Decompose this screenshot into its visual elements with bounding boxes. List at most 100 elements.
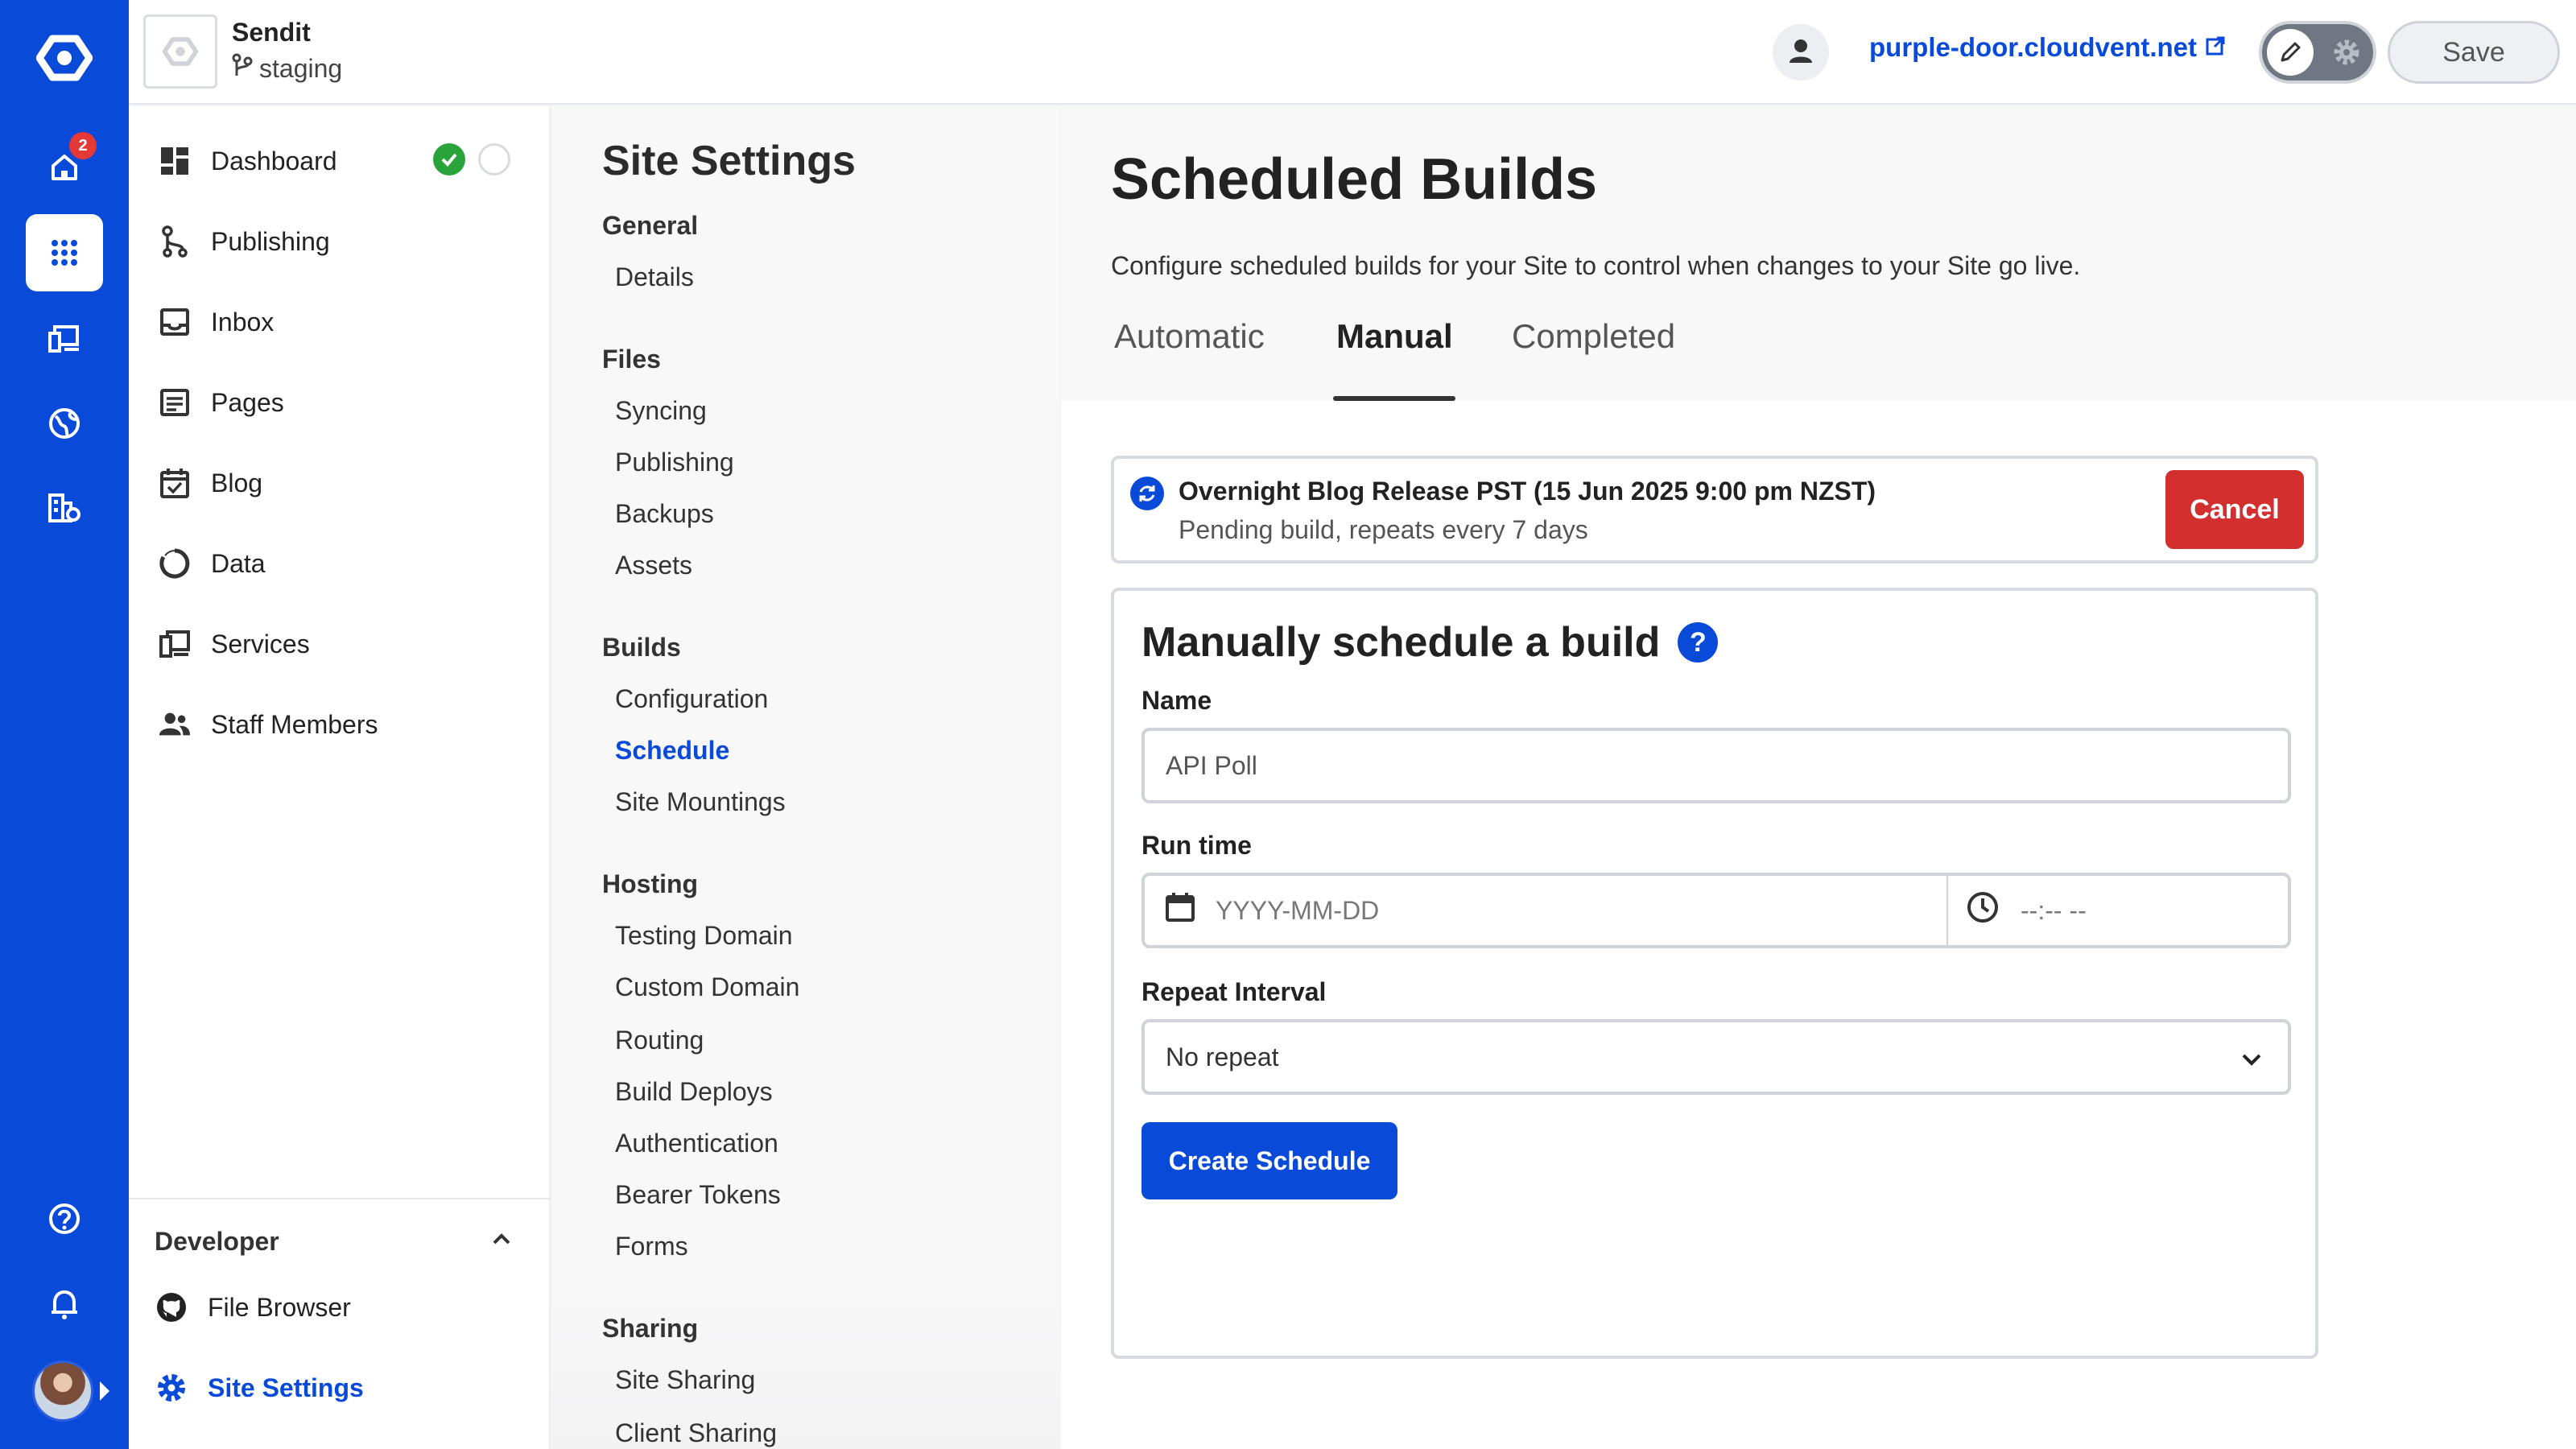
- pending-schedule-card: Overnight Blog Release PST (15 Jun 2025 …: [1111, 456, 2318, 564]
- nav-item-label: File Browser: [208, 1292, 351, 1322]
- nav-item-dashboard[interactable]: Dashboard: [158, 137, 337, 185]
- repeat-interval-value: No repeat: [1166, 1042, 1279, 1071]
- settings-link-site-mountings[interactable]: Site Mountings: [615, 787, 786, 817]
- run-time-label: Run time: [1141, 831, 1252, 860]
- avatar-caret-icon[interactable]: [100, 1381, 109, 1401]
- help-icon[interactable]: [26, 1180, 103, 1257]
- nav-item-services[interactable]: Services: [158, 620, 310, 668]
- branch-icon: [232, 53, 253, 84]
- tab-completed[interactable]: Completed: [1512, 317, 1675, 356]
- calendar-icon: [1164, 891, 1196, 930]
- nav-item-label: Pages: [211, 387, 284, 417]
- bell-icon[interactable]: [26, 1265, 103, 1343]
- settings-link-build-deploys[interactable]: Build Deploys: [615, 1077, 773, 1107]
- active-tab-indicator: [1333, 396, 1455, 401]
- nav-item-publishing[interactable]: Publishing: [158, 217, 330, 266]
- nav-item-data[interactable]: Data: [158, 539, 266, 588]
- site-url-text: purple-door.cloudvent.net: [1869, 32, 2198, 62]
- edit-mode-toggle[interactable]: [2259, 21, 2376, 84]
- chevron-down-icon: [2240, 1046, 2264, 1076]
- settings-link-schedule[interactable]: Schedule: [615, 736, 729, 766]
- settings-link-configuration[interactable]: Configuration: [615, 684, 768, 714]
- top-bar: Sendit staging purple-door.cloudvent.net…: [129, 0, 2576, 105]
- manual-schedule-form: Manually schedule a build ? Name API Pol…: [1111, 588, 2318, 1359]
- globe-icon[interactable]: [26, 385, 103, 462]
- settings-title: Site Settings: [602, 138, 856, 184]
- help-question-icon[interactable]: ?: [1678, 622, 1719, 663]
- settings-group-sharing: Sharing: [602, 1314, 699, 1343]
- inbox-icon: [158, 305, 192, 339]
- site-url-link[interactable]: purple-door.cloudvent.net: [1869, 32, 2226, 63]
- repeat-interval-select[interactable]: No repeat: [1141, 1019, 2291, 1095]
- cancel-schedule-button[interactable]: Cancel: [2165, 470, 2304, 549]
- settings-link-client-sharing[interactable]: Client Sharing: [615, 1418, 777, 1448]
- nav-item-label: Data: [211, 548, 266, 578]
- time-placeholder: --:-- --: [2021, 895, 2087, 925]
- settings-link-testing-domain[interactable]: Testing Domain: [615, 921, 793, 951]
- organization-settings-icon[interactable]: [26, 469, 103, 546]
- settings-link-publishing[interactable]: Publishing: [615, 448, 734, 477]
- name-label: Name: [1141, 686, 1212, 715]
- pencil-icon: [2267, 29, 2314, 76]
- settings-gear-icon: [2328, 34, 2365, 71]
- chevron-up-icon[interactable]: [489, 1227, 514, 1255]
- settings-link-custom-domain[interactable]: Custom Domain: [615, 972, 799, 1002]
- create-schedule-button[interactable]: Create Schedule: [1141, 1122, 1397, 1199]
- dashboard-icon: [158, 144, 192, 178]
- repeat-interval-label: Repeat Interval: [1141, 977, 1327, 1006]
- services-icon: [158, 627, 192, 661]
- time-input[interactable]: --:-- --: [1946, 873, 2291, 948]
- github-icon: [155, 1290, 188, 1324]
- site-navigation: Dashboard Publishing Inbox Pages Blog Da…: [129, 106, 551, 1449]
- blog-icon: [158, 466, 192, 500]
- devices-icon[interactable]: [26, 299, 103, 377]
- settings-link-details[interactable]: Details: [615, 262, 694, 292]
- tab-automatic[interactable]: Automatic: [1114, 317, 1265, 356]
- settings-link-site-sharing[interactable]: Site Sharing: [615, 1365, 755, 1395]
- person-icon: [1787, 37, 1814, 68]
- collaborators-button[interactable]: [1773, 24, 1829, 80]
- branch-label[interactable]: staging: [232, 53, 342, 84]
- people-icon: [158, 708, 192, 741]
- nav-item-blog[interactable]: Blog: [158, 459, 262, 507]
- nav-item-file-browser[interactable]: File Browser: [155, 1283, 351, 1331]
- nav-item-inbox[interactable]: Inbox: [158, 298, 274, 346]
- apps-grid-icon[interactable]: [26, 214, 103, 291]
- pending-schedule-title: Overnight Blog Release PST (15 Jun 2025 …: [1179, 477, 1876, 506]
- tab-manual[interactable]: Manual: [1336, 317, 1453, 356]
- data-icon: [158, 547, 192, 580]
- settings-link-bearer-tokens[interactable]: Bearer Tokens: [615, 1180, 781, 1210]
- pending-status-icon: [478, 143, 510, 175]
- settings-group-files: Files: [602, 345, 661, 374]
- user-avatar[interactable]: [32, 1360, 93, 1422]
- settings-link-routing[interactable]: Routing: [615, 1026, 704, 1055]
- date-input[interactable]: YYYY-MM-DD: [1141, 873, 1948, 948]
- branch-icon: [158, 225, 192, 258]
- settings-group-hosting: Hosting: [602, 869, 699, 898]
- save-button[interactable]: Save: [2388, 21, 2560, 84]
- name-input-placeholder: API Poll: [1166, 750, 1257, 780]
- nav-item-site-settings[interactable]: Site Settings: [155, 1364, 364, 1412]
- settings-link-syncing[interactable]: Syncing: [615, 396, 707, 426]
- date-placeholder: YYYY-MM-DD: [1216, 895, 1380, 925]
- home-icon[interactable]: 2: [26, 129, 103, 206]
- name-input[interactable]: API Poll: [1141, 728, 2291, 803]
- pages-icon: [158, 386, 192, 419]
- nav-item-staff-members[interactable]: Staff Members: [158, 700, 378, 749]
- gear-icon: [155, 1371, 188, 1405]
- site-thumbnail[interactable]: [143, 14, 217, 89]
- pending-schedule-status: Pending build, repeats every 7 days: [1179, 515, 1588, 544]
- branch-name: staging: [259, 53, 343, 83]
- nav-item-pages[interactable]: Pages: [158, 378, 284, 427]
- cloudcannon-logo-icon[interactable]: [32, 29, 97, 87]
- nav-item-label: Services: [211, 629, 310, 658]
- settings-link-authentication[interactable]: Authentication: [615, 1129, 778, 1158]
- developer-title: Developer: [155, 1227, 279, 1256]
- settings-link-assets[interactable]: Assets: [615, 551, 692, 580]
- check-icon: [433, 143, 465, 175]
- main-content: Scheduled Builds Configure scheduled bui…: [1061, 106, 2576, 1449]
- site-settings-menu: Site Settings General Details Files Sync…: [552, 106, 1059, 1449]
- settings-link-forms[interactable]: Forms: [615, 1232, 688, 1261]
- page-title: Scheduled Builds: [1111, 147, 1598, 212]
- settings-link-backups[interactable]: Backups: [615, 499, 714, 529]
